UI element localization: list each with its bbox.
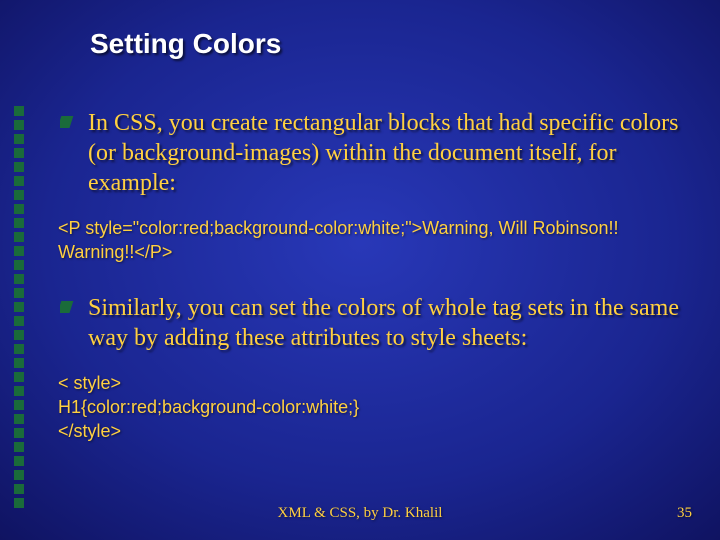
code-example: < style> H1{color:red;background-color:w… <box>58 371 680 444</box>
slide-title: Setting Colors <box>90 28 680 60</box>
bullet-item: In CSS, you create rectangular blocks th… <box>88 108 680 198</box>
code-example: <P style="color:red;background-color:whi… <box>58 216 680 265</box>
footer-text: XML & CSS, by Dr. Khalil <box>0 505 720 522</box>
page-number: 35 <box>677 505 692 522</box>
bullet-icon <box>60 114 76 130</box>
slide-content: Setting Colors In CSS, you create rectan… <box>0 0 720 540</box>
bullet-text: In CSS, you create rectangular blocks th… <box>88 108 680 198</box>
bullet-text: Similarly, you can set the colors of who… <box>88 293 680 353</box>
bullet-item: Similarly, you can set the colors of who… <box>88 293 680 353</box>
bullet-icon <box>60 299 76 315</box>
